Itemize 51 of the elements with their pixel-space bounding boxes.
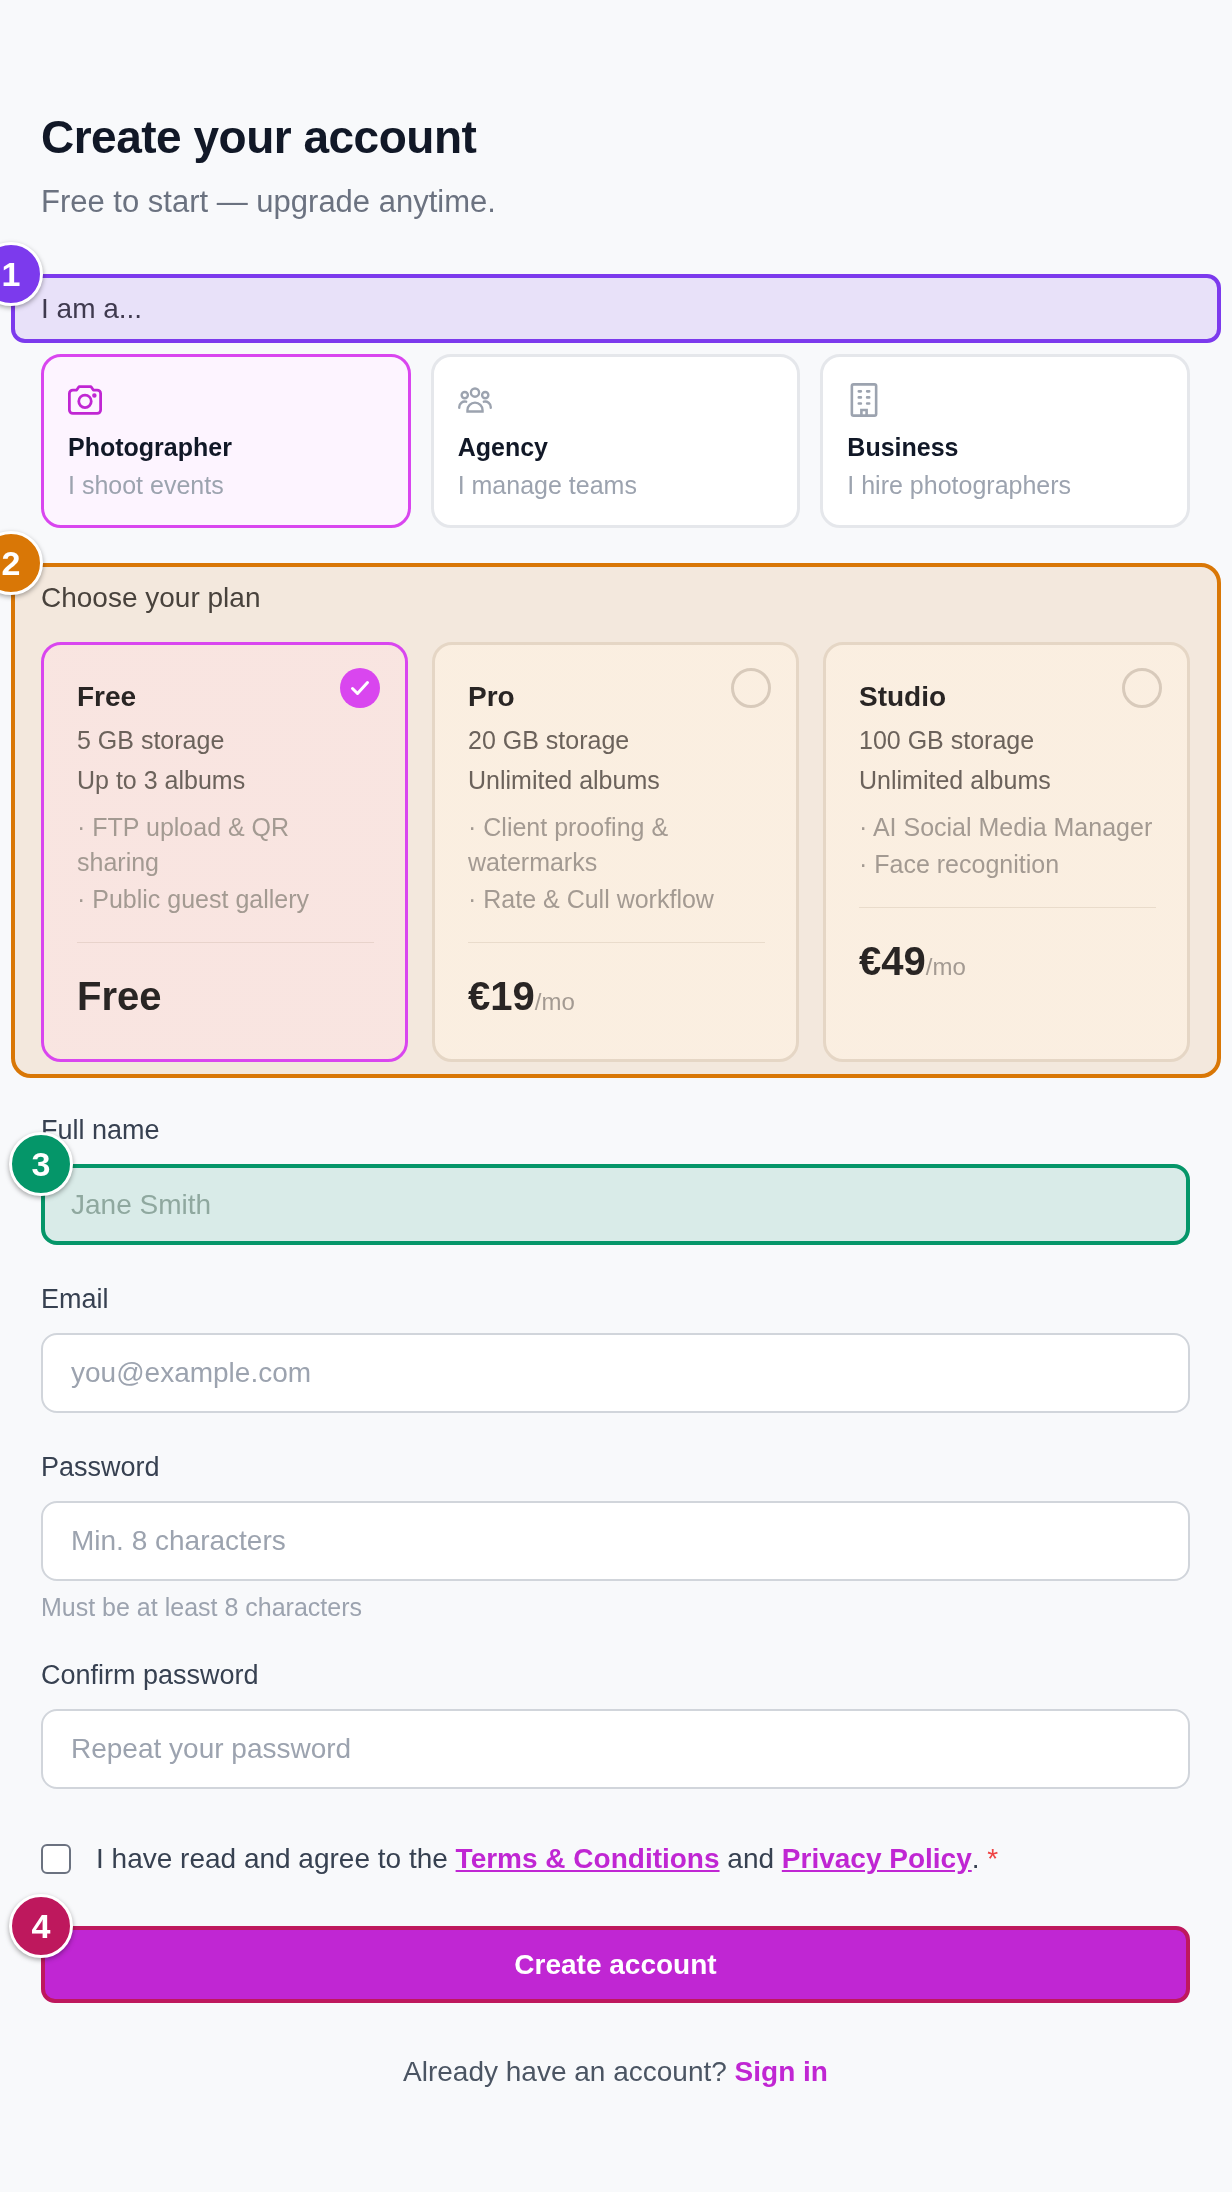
field-hint: Must be at least 8 characters [41,1593,362,1621]
plan-price: €49/mo [859,938,966,985]
camera-icon [68,383,102,417]
empty-circle-icon [1122,668,1162,708]
plan-price: €19/mo [468,973,575,1020]
role-description: I hire photographers [847,470,1072,500]
page-title: Create your account [41,111,477,164]
plan-price: Free [77,973,162,1020]
plan-card[interactable]: Pro 20 GB storage Unlimited albums · Client proofing & watermarks · Rate & Cull workflow €19/mo [432,642,799,1062]
plan-storage: 5 GB storage [77,725,226,756]
role-title: Business [847,432,959,462]
number-badge: 4 [9,1894,73,1958]
plan-storage: 100 GB storage [859,725,1036,756]
plan-storage: 20 GB storage [468,725,631,756]
role-option[interactable]: Photographer I shoot events [41,354,411,528]
number-badge: 1 [0,242,43,306]
checkbox[interactable] [41,1843,71,1874]
plan-feature: · Face recognition [859,849,1061,880]
plan-name: Studio [859,680,947,714]
plan-card[interactable]: Studio 100 GB storage Unlimited albums · AI Social Media Manager · Face recognition €49/mo [823,642,1190,1062]
field-label: Password [41,1451,160,1484]
signin-prompt: Already have an account? Sign in [403,2055,828,2089]
field-label: Confirm password [41,1659,259,1692]
plan-feature: · Rate & Cull workflow [468,884,715,915]
plan-feature: · Public guest gallery [77,884,311,915]
plan-feature: · Client proofing & watermarks [468,812,670,878]
role-title: Photographer [68,432,232,462]
empty-circle-icon [731,668,771,708]
role-option[interactable]: Agency I manage teams [430,354,801,528]
check-circle-icon [340,668,380,708]
plan-albums: Up to 3 albums [77,765,247,796]
plan-feature: · AI Social Media Manager [859,812,1154,843]
plan-feature: · FTP upload & QR sharing [77,812,291,878]
page-subtitle: Free to start — upgrade anytime. [41,183,496,221]
plan-albums: Unlimited albums [859,765,1052,796]
plan-card[interactable]: Free 5 GB storage Up to 3 albums · FTP upload & QR sharing · Public guest gallery Free [41,642,408,1062]
plan-name: Free [77,680,137,714]
signin-link[interactable]: Sign in [734,2056,828,2087]
plan-name: Pro [468,680,515,714]
role-prompt: I am a... [41,292,144,326]
privacy-link[interactable]: Privacy Policy [781,1843,972,1874]
plan-section-label: Choose your plan [41,581,262,615]
number-badge: 2 [0,531,43,595]
role-description: I manage teams [457,470,637,500]
terms-link[interactable]: Terms & Conditions [455,1843,720,1874]
field-label: Email [41,1283,109,1316]
role-description: I shoot events [68,470,224,500]
plan-albums: Unlimited albums [468,765,661,796]
agreement-text: I have read and agree to the Terms & Conditions and Privacy Policy. * [96,1842,999,1876]
role-title: Agency [457,432,548,462]
role-option[interactable]: Business I hire photographers [820,354,1190,528]
